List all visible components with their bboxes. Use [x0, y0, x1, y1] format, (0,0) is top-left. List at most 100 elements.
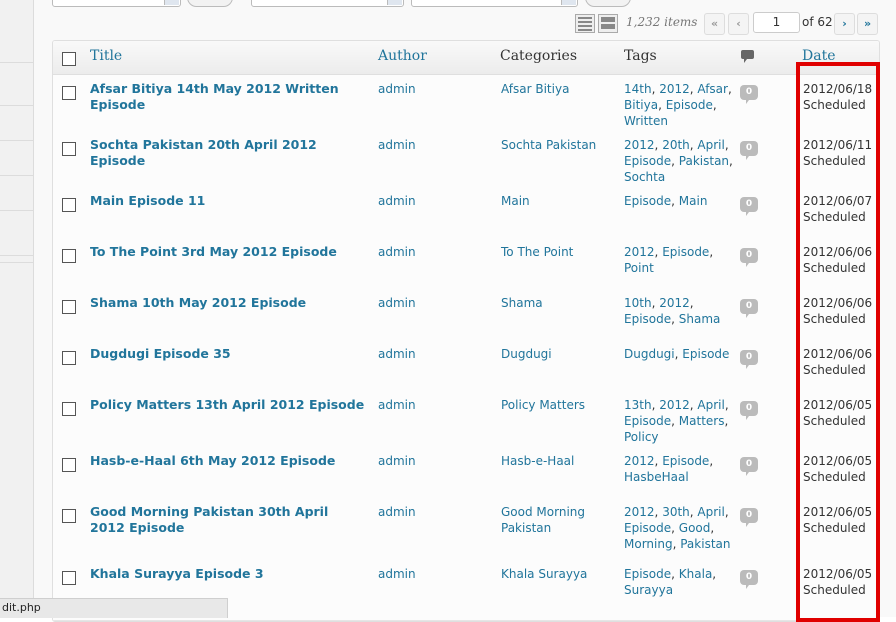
tag-link[interactable]: Episode — [662, 245, 709, 259]
post-title-link[interactable]: To The Point 3rd May 2012 Episode — [90, 244, 365, 260]
comment-count-bubble[interactable]: 0 — [740, 508, 758, 527]
tag-link[interactable]: 2012 — [624, 505, 655, 519]
category-link[interactable]: Main — [501, 193, 611, 209]
tag-link[interactable]: Episode — [662, 454, 709, 468]
author-link[interactable]: admin — [378, 193, 416, 209]
tag-link[interactable]: Pakistan — [680, 537, 730, 551]
tag-link[interactable]: 2012 — [659, 296, 690, 310]
author-link[interactable]: admin — [378, 295, 416, 311]
prev-page-button[interactable]: ‹ — [728, 13, 749, 35]
first-page-button[interactable]: « — [704, 13, 725, 35]
tag-link[interactable]: 2012 — [624, 245, 655, 259]
post-title-link[interactable]: Khala Surayya Episode 3 — [90, 566, 365, 582]
category-link[interactable]: Hasb-e-Haal — [501, 453, 611, 469]
list-view-icon[interactable] — [575, 14, 595, 33]
tag-link[interactable]: April — [697, 505, 724, 519]
tag-link[interactable]: April — [697, 398, 724, 412]
comment-count-bubble[interactable]: 0 — [740, 457, 758, 476]
category-link[interactable]: Policy Matters — [501, 397, 611, 413]
row-checkbox[interactable] — [62, 142, 76, 156]
tag-link[interactable]: HasbeHaal — [624, 470, 689, 484]
tag-link[interactable]: Episode — [666, 98, 713, 112]
tag-link[interactable]: 2012 — [624, 138, 655, 152]
tag-link[interactable]: Surayya — [624, 583, 673, 597]
tag-link[interactable]: Main — [679, 194, 708, 208]
author-link[interactable]: admin — [378, 566, 416, 582]
comment-count-bubble[interactable]: 0 — [740, 350, 758, 369]
tag-link[interactable]: Episode — [624, 414, 671, 428]
filter-button[interactable] — [585, 0, 631, 7]
row-checkbox[interactable] — [62, 402, 76, 416]
last-page-button[interactable]: » — [857, 13, 878, 35]
author-link[interactable]: admin — [378, 81, 416, 97]
tag-link[interactable]: Point — [624, 261, 654, 275]
author-link[interactable]: admin — [378, 453, 416, 469]
tag-link[interactable]: Episode — [624, 194, 671, 208]
comment-count-bubble[interactable]: 0 — [740, 248, 758, 267]
post-title-link[interactable]: Dugdugi Episode 35 — [90, 346, 365, 362]
post-title-link[interactable]: Afsar Bitiya 14th May 2012 Written Episo… — [90, 81, 365, 113]
row-checkbox[interactable] — [62, 509, 76, 523]
category-link[interactable]: To The Point — [501, 244, 611, 260]
tag-link[interactable]: April — [697, 138, 724, 152]
title-column-header[interactable]: Title — [90, 48, 122, 64]
date-filter-select[interactable] — [251, 0, 404, 7]
row-checkbox[interactable] — [62, 571, 76, 585]
category-link[interactable]: Good Morning Pakistan — [501, 504, 586, 536]
next-page-button[interactable]: › — [834, 13, 855, 35]
category-filter-select[interactable] — [411, 0, 578, 7]
tag-link[interactable]: Episode — [624, 521, 671, 535]
post-title-link[interactable]: Good Morning Pakistan 30th April 2012 Ep… — [90, 504, 340, 536]
comment-count-bubble[interactable]: 0 — [740, 570, 758, 589]
category-link[interactable]: Shama — [501, 295, 611, 311]
post-title-link[interactable]: Hasb-e-Haal 6th May 2012 Episode — [90, 453, 365, 469]
row-checkbox[interactable] — [62, 300, 76, 314]
tag-link[interactable]: Morning — [624, 537, 673, 551]
excerpt-view-icon[interactable] — [598, 14, 618, 33]
tag-link[interactable]: 30th — [662, 505, 690, 519]
category-link[interactable]: Khala Surayya — [501, 566, 611, 582]
tag-link[interactable]: 10th — [624, 296, 652, 310]
post-title-link[interactable]: Sochta Pakistan 20th April 2012 Episode — [90, 137, 365, 169]
tag-link[interactable]: Dugdugi — [624, 347, 675, 361]
tag-link[interactable]: Good — [679, 521, 711, 535]
author-link[interactable]: admin — [378, 244, 416, 260]
tag-link[interactable]: Bitiya — [624, 98, 658, 112]
row-checkbox[interactable] — [62, 198, 76, 212]
post-title-link[interactable]: Shama 10th May 2012 Episode — [90, 295, 365, 311]
select-all-checkbox[interactable] — [62, 52, 76, 66]
author-link[interactable]: admin — [378, 504, 416, 520]
date-column-header[interactable]: Date — [802, 48, 835, 64]
author-link[interactable]: admin — [378, 137, 416, 153]
row-checkbox[interactable] — [62, 249, 76, 263]
post-title-link[interactable]: Main Episode 11 — [90, 193, 365, 209]
tag-link[interactable]: 14th — [624, 82, 652, 96]
bulk-actions-select[interactable] — [52, 0, 181, 7]
apply-button[interactable] — [187, 0, 233, 7]
row-checkbox[interactable] — [62, 86, 76, 100]
tag-link[interactable]: Written — [624, 114, 668, 128]
comment-icon[interactable] — [741, 50, 754, 63]
tag-link[interactable]: Episode — [624, 312, 671, 326]
tag-link[interactable]: Khala — [679, 567, 713, 581]
comment-count-bubble[interactable]: 0 — [740, 85, 758, 104]
tag-link[interactable]: Pakistan — [679, 154, 729, 168]
comment-count-bubble[interactable]: 0 — [740, 299, 758, 318]
tag-link[interactable]: 20th — [662, 138, 690, 152]
category-link[interactable]: Afsar Bitiya — [501, 81, 611, 97]
tag-link[interactable]: 13th — [624, 398, 652, 412]
row-checkbox[interactable] — [62, 458, 76, 472]
author-link[interactable]: admin — [378, 397, 416, 413]
tag-link[interactable]: 2012 — [624, 454, 655, 468]
comment-count-bubble[interactable]: 0 — [740, 197, 758, 216]
tag-link[interactable]: Sochta — [624, 170, 665, 184]
post-title-link[interactable]: Policy Matters 13th April 2012 Episode — [90, 397, 365, 413]
category-link[interactable]: Sochta Pakistan — [501, 137, 611, 153]
tag-link[interactable]: Afsar — [697, 82, 728, 96]
tag-link[interactable]: Episode — [682, 347, 729, 361]
row-checkbox[interactable] — [62, 351, 76, 365]
comment-count-bubble[interactable]: 0 — [740, 141, 758, 160]
tag-link[interactable]: 2012 — [659, 398, 690, 412]
tag-link[interactable]: Matters — [679, 414, 725, 428]
author-column-header[interactable]: Author — [378, 48, 427, 64]
